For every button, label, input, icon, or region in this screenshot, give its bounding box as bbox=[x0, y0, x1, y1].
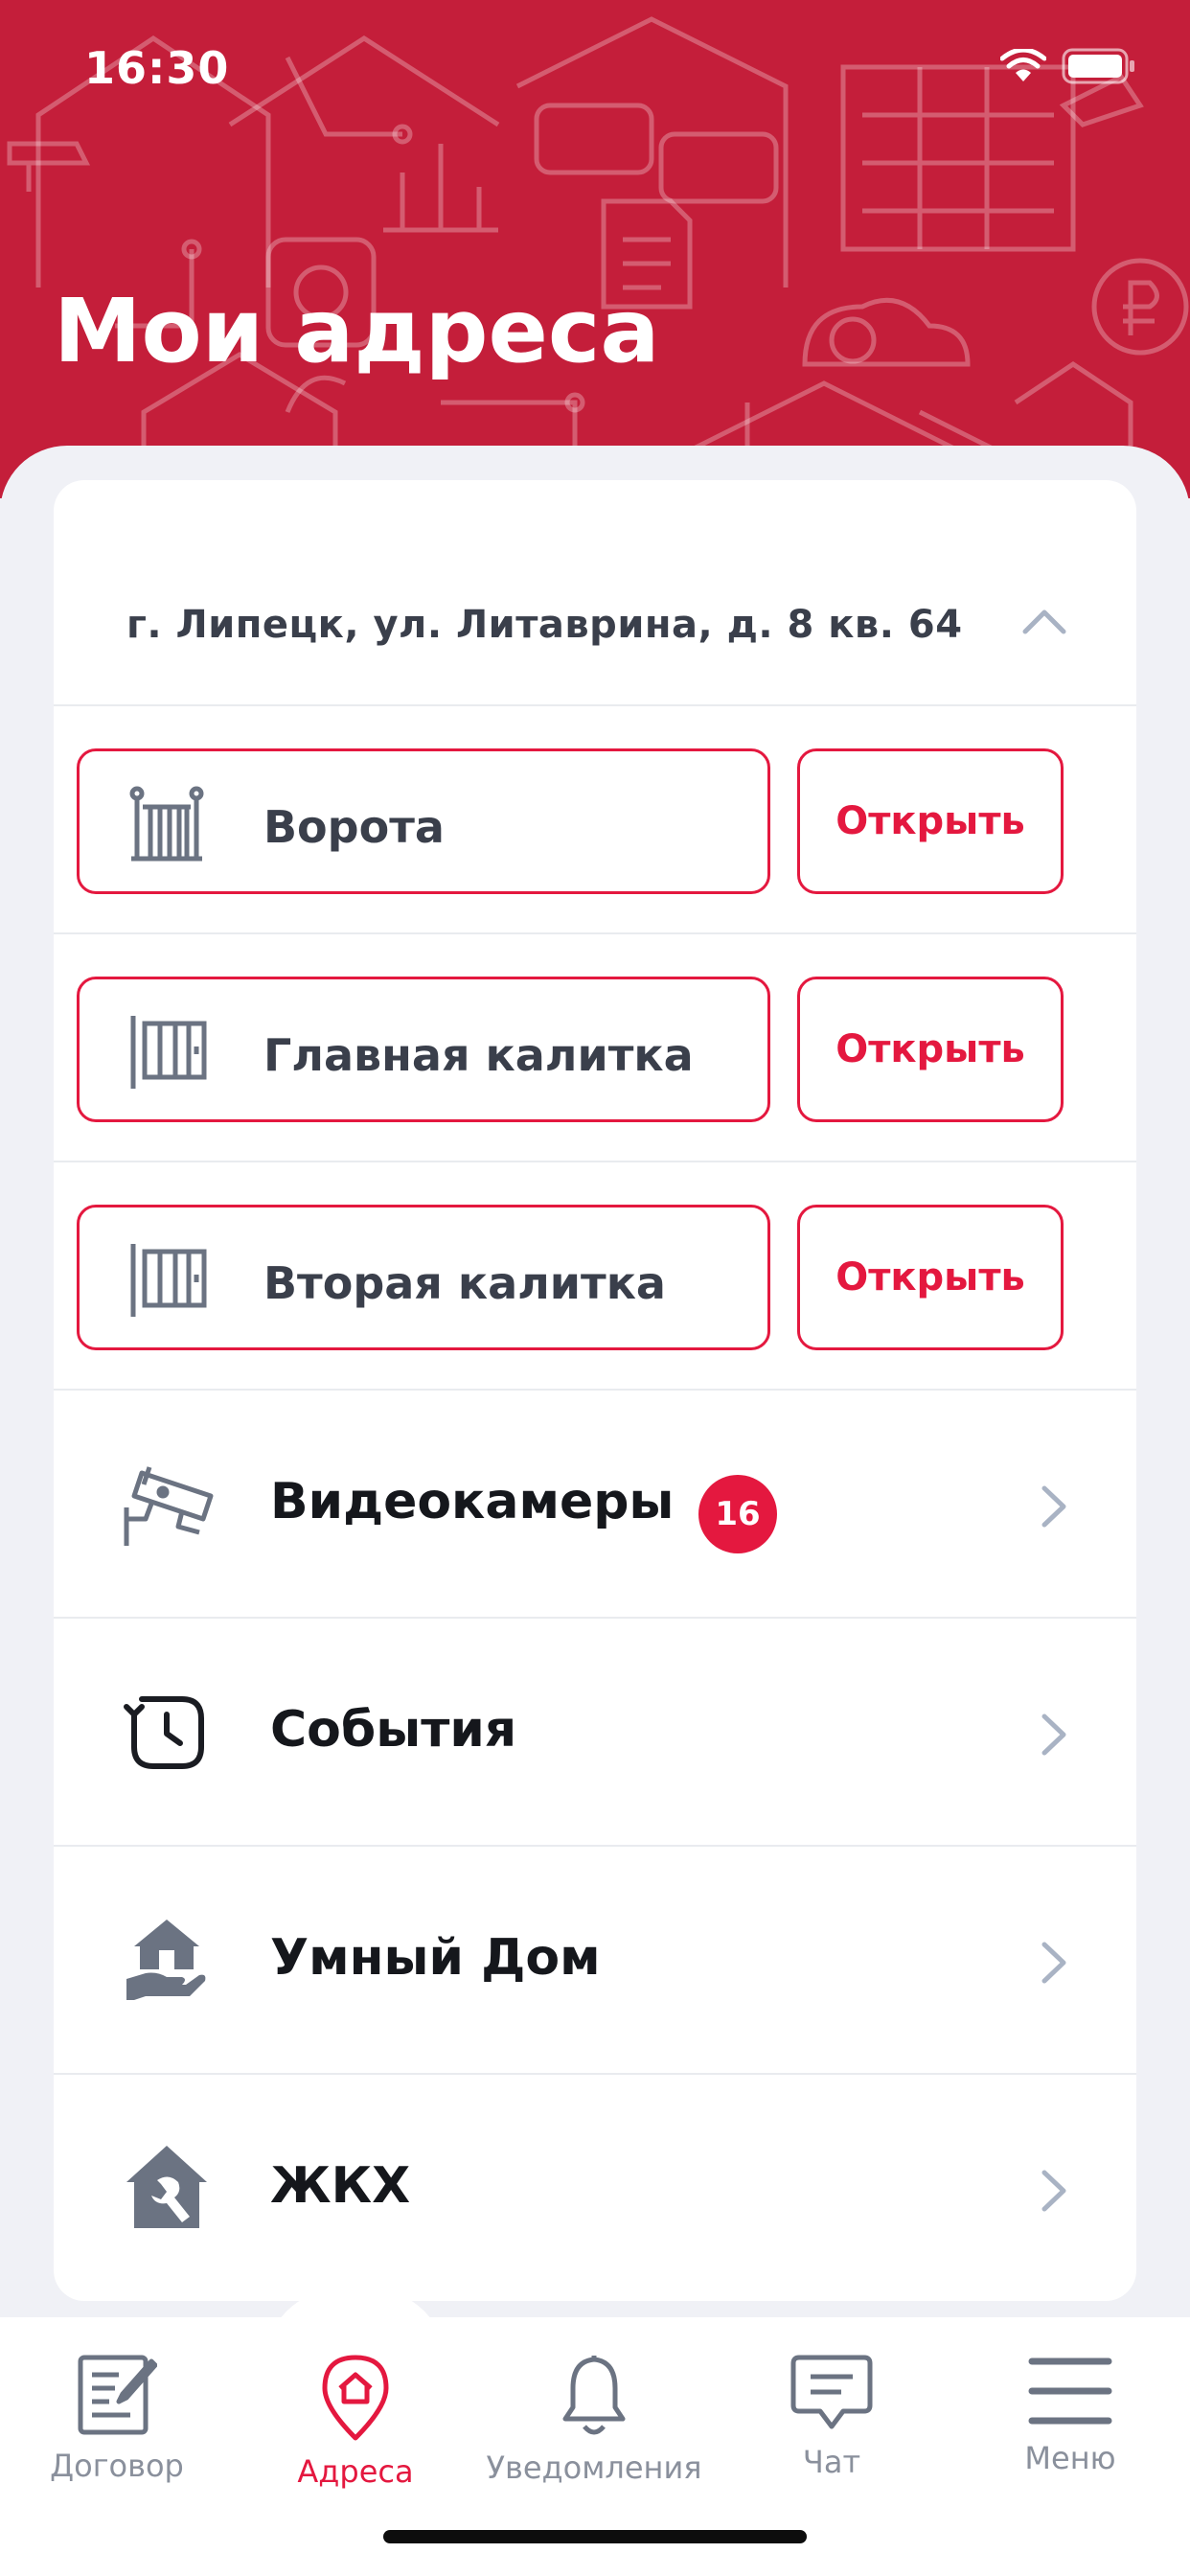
menu-item-events[interactable]: События bbox=[54, 1619, 1136, 1847]
screen: 16:30 Мои адреса г. Липецк, ул. Литаврин… bbox=[0, 0, 1190, 2576]
tab-label: Чат bbox=[802, 2444, 861, 2480]
address-header[interactable]: г. Липецк, ул. Литаврина, д. 8 кв. 64 bbox=[54, 480, 1136, 706]
address-card: г. Липецк, ул. Литаврина, д. 8 кв. 64 Во… bbox=[54, 480, 1136, 2301]
chevron-up-icon[interactable] bbox=[1021, 609, 1067, 635]
open-button[interactable]: Открыть bbox=[797, 1205, 1064, 1350]
tab-contract[interactable]: Договор bbox=[2, 2336, 232, 2490]
tab-label: Договор bbox=[50, 2448, 184, 2484]
chevron-right-icon bbox=[1041, 1485, 1066, 1528]
door-button-main-wicket[interactable]: Главная калитка bbox=[77, 977, 770, 1122]
wicket-icon bbox=[130, 1244, 207, 1317]
menu-label: События bbox=[270, 1701, 517, 1759]
gate-icon bbox=[129, 786, 204, 862]
bell-icon bbox=[562, 2356, 626, 2435]
door-label: Главная калитка bbox=[263, 1029, 694, 1081]
door-button-gate[interactable]: Ворота bbox=[77, 748, 770, 894]
open-button[interactable]: Открыть bbox=[797, 977, 1064, 1122]
tab-addresses[interactable]: Адреса bbox=[240, 2336, 470, 2490]
door-row-second-wicket: Вторая калитка Открыть bbox=[54, 1162, 1136, 1391]
door-button-second-wicket[interactable]: Вторая калитка bbox=[77, 1205, 770, 1350]
page-title: Мои адреса bbox=[54, 280, 660, 382]
wifi-icon bbox=[1000, 49, 1046, 81]
content-sheet: г. Липецк, ул. Литаврина, д. 8 кв. 64 Во… bbox=[0, 446, 1190, 2324]
smart-home-icon bbox=[126, 1920, 206, 2000]
wicket-icon bbox=[130, 1016, 207, 1089]
menu-label: Умный Дом bbox=[270, 1929, 601, 1987]
door-label: Ворота bbox=[263, 801, 445, 853]
header: 16:30 Мои адреса bbox=[0, 0, 1190, 498]
menu-label: Видеокамеры bbox=[270, 1473, 675, 1530]
tab-notifications[interactable]: Уведомления bbox=[479, 2336, 709, 2490]
address-text: г. Липецк, ул. Литаврина, д. 8 кв. 64 bbox=[126, 603, 963, 647]
hamburger-icon bbox=[1028, 2358, 1112, 2425]
tab-label: Адреса bbox=[297, 2453, 414, 2490]
door-label: Вторая калитка bbox=[263, 1257, 666, 1309]
chevron-right-icon bbox=[1041, 1942, 1066, 1984]
address-pin-icon bbox=[322, 2355, 389, 2441]
tab-menu[interactable]: Меню bbox=[955, 2336, 1185, 2490]
door-row-gate: Ворота Открыть bbox=[54, 706, 1136, 934]
home-indicator bbox=[383, 2530, 807, 2543]
tab-chat[interactable]: Чат bbox=[717, 2336, 947, 2490]
menu-item-cameras[interactable]: Видеокамеры 16 bbox=[54, 1391, 1136, 1619]
history-icon bbox=[124, 1696, 204, 1769]
menu-item-utilities[interactable]: ЖКХ bbox=[54, 2075, 1136, 2301]
chevron-right-icon bbox=[1041, 1714, 1066, 1756]
utilities-icon bbox=[126, 2146, 207, 2228]
status-time: 16:30 bbox=[84, 42, 230, 94]
menu-item-smart-home[interactable]: Умный Дом bbox=[54, 1847, 1136, 2075]
chat-icon bbox=[790, 2355, 873, 2429]
menu-label: ЖКХ bbox=[270, 2157, 411, 2215]
battery-icon bbox=[1062, 48, 1134, 84]
cameras-count-badge: 16 bbox=[698, 1475, 777, 1553]
tab-label: Уведомления bbox=[486, 2450, 702, 2486]
camera-icon bbox=[124, 1466, 214, 1546]
open-button[interactable]: Открыть bbox=[797, 748, 1064, 894]
contract-icon bbox=[78, 2355, 157, 2435]
status-icons bbox=[1000, 48, 1136, 84]
chevron-right-icon bbox=[1041, 2170, 1066, 2212]
tab-label: Меню bbox=[1024, 2440, 1116, 2476]
door-row-main-wicket: Главная калитка Открыть bbox=[54, 934, 1136, 1162]
